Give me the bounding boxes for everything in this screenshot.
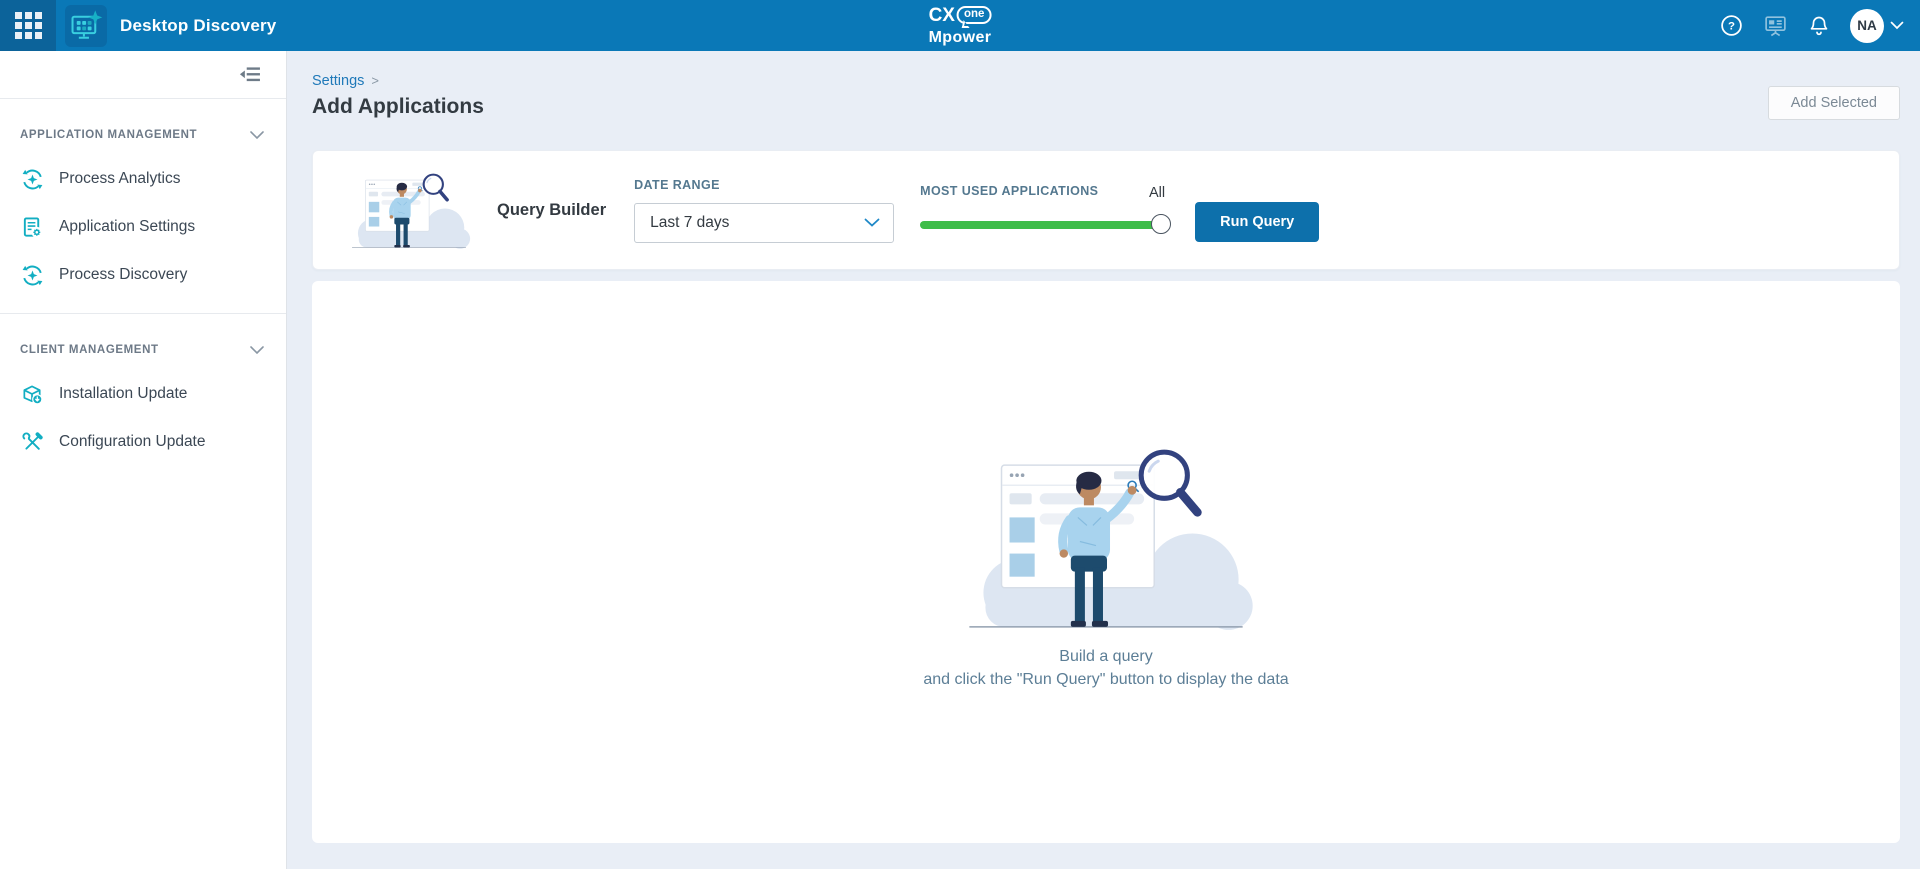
presentation-board-button[interactable] xyxy=(1763,13,1788,38)
sidebar-item-label: Configuration Update xyxy=(59,433,206,451)
configuration-update-icon xyxy=(20,431,44,454)
slider-value-label: All xyxy=(1149,185,1165,201)
divider xyxy=(0,313,286,314)
sidebar-collapse-button[interactable] xyxy=(239,66,262,83)
breadcrumb-settings-link[interactable]: Settings xyxy=(312,73,364,89)
app-header: Desktop Discovery CX one Mpower ? xyxy=(0,0,1920,51)
section-header-application-management[interactable]: APPLICATION MANAGEMENT xyxy=(0,115,286,155)
notifications-button[interactable] xyxy=(1807,14,1831,38)
header-left: Desktop Discovery xyxy=(0,0,276,51)
process-analytics-icon xyxy=(20,168,44,191)
sidebar-section-client-management: CLIENT MANAGEMENT Installation Update xyxy=(0,330,286,480)
page-title: Add Applications xyxy=(312,95,484,119)
divider xyxy=(0,98,286,99)
cxone-mpower-logo: CX one Mpower xyxy=(929,6,992,46)
slider-track[interactable] xyxy=(920,221,1167,229)
breadcrumb: Settings > xyxy=(312,73,484,89)
slider-thumb[interactable] xyxy=(1151,214,1171,234)
sidebar-item-label: Installation Update xyxy=(59,385,187,403)
desktop-discovery-app-icon xyxy=(65,5,107,47)
avatar[interactable]: NA xyxy=(1850,9,1884,43)
logo-mpower: Mpower xyxy=(929,30,992,46)
sidebar-item-installation-update[interactable]: Installation Update xyxy=(0,370,286,418)
most-used-applications-field: MOST USED APPLICATIONS All xyxy=(920,184,1167,236)
process-discovery-icon xyxy=(20,264,44,287)
sidebar: APPLICATION MANAGEMENT Process Analytics xyxy=(0,51,287,869)
most-used-applications-slider[interactable] xyxy=(920,214,1167,236)
sidebar-item-process-analytics[interactable]: Process Analytics xyxy=(0,155,286,203)
most-used-applications-label: MOST USED APPLICATIONS xyxy=(920,184,1098,198)
empty-state-line1: Build a query xyxy=(1059,645,1152,668)
chevron-down-icon xyxy=(864,218,880,227)
add-selected-button[interactable]: Add Selected xyxy=(1768,86,1900,120)
date-range-select[interactable]: Last 7 days xyxy=(634,203,894,243)
sidebar-item-label: Process Analytics xyxy=(59,170,180,188)
section-label: CLIENT MANAGEMENT xyxy=(20,344,159,356)
date-range-field: DATE RANGE Last 7 days xyxy=(634,178,894,243)
sidebar-item-label: Application Settings xyxy=(59,218,195,236)
sidebar-item-application-settings[interactable]: Application Settings xyxy=(0,203,286,251)
help-icon: ? xyxy=(1719,13,1744,38)
empty-state-illustration xyxy=(955,429,1257,645)
query-builder-illustration xyxy=(345,165,473,255)
installation-update-icon xyxy=(20,383,44,406)
user-menu[interactable]: NA xyxy=(1850,9,1904,43)
breadcrumb-separator: > xyxy=(371,73,379,88)
grid-icon xyxy=(15,12,42,39)
section-label: APPLICATION MANAGEMENT xyxy=(20,129,197,141)
logo-one-bubble: one xyxy=(957,6,991,25)
header-actions: ? NA xyxy=(1719,9,1920,43)
sidebar-item-configuration-update[interactable]: Configuration Update xyxy=(0,418,286,466)
query-results-card: Build a query and click the "Run Query" … xyxy=(312,281,1900,843)
chevron-down-icon xyxy=(250,131,264,139)
svg-text:?: ? xyxy=(1728,21,1735,33)
date-range-value: Last 7 days xyxy=(650,214,729,232)
application-settings-icon xyxy=(20,216,44,239)
main-content: Settings> Add Applications Add Selected … xyxy=(287,51,1920,869)
date-range-label: DATE RANGE xyxy=(634,178,894,192)
logo-cx: CX xyxy=(929,6,955,25)
query-builder-title: Query Builder xyxy=(497,201,606,220)
sidebar-item-process-discovery[interactable]: Process Discovery xyxy=(0,251,286,299)
empty-state: Build a query and click the "Run Query" … xyxy=(923,429,1288,691)
app-launcher-button[interactable] xyxy=(0,0,56,51)
chevron-down-icon xyxy=(250,346,264,354)
sidebar-item-label: Process Discovery xyxy=(59,266,187,284)
query-builder-card: Query Builder DATE RANGE Last 7 days MOS… xyxy=(312,150,1900,270)
section-header-client-management[interactable]: CLIENT MANAGEMENT xyxy=(0,330,286,370)
collapse-menu-icon xyxy=(239,66,262,83)
run-query-button[interactable]: Run Query xyxy=(1195,202,1319,242)
app-title: Desktop Discovery xyxy=(120,16,276,36)
help-button[interactable]: ? xyxy=(1719,13,1744,38)
chevron-down-icon xyxy=(1890,21,1904,30)
sidebar-section-application-management: APPLICATION MANAGEMENT Process Analytics xyxy=(0,115,286,313)
empty-state-line2: and click the "Run Query" button to disp… xyxy=(923,668,1288,691)
bell-icon xyxy=(1807,14,1831,38)
presentation-board-icon xyxy=(1763,13,1788,38)
